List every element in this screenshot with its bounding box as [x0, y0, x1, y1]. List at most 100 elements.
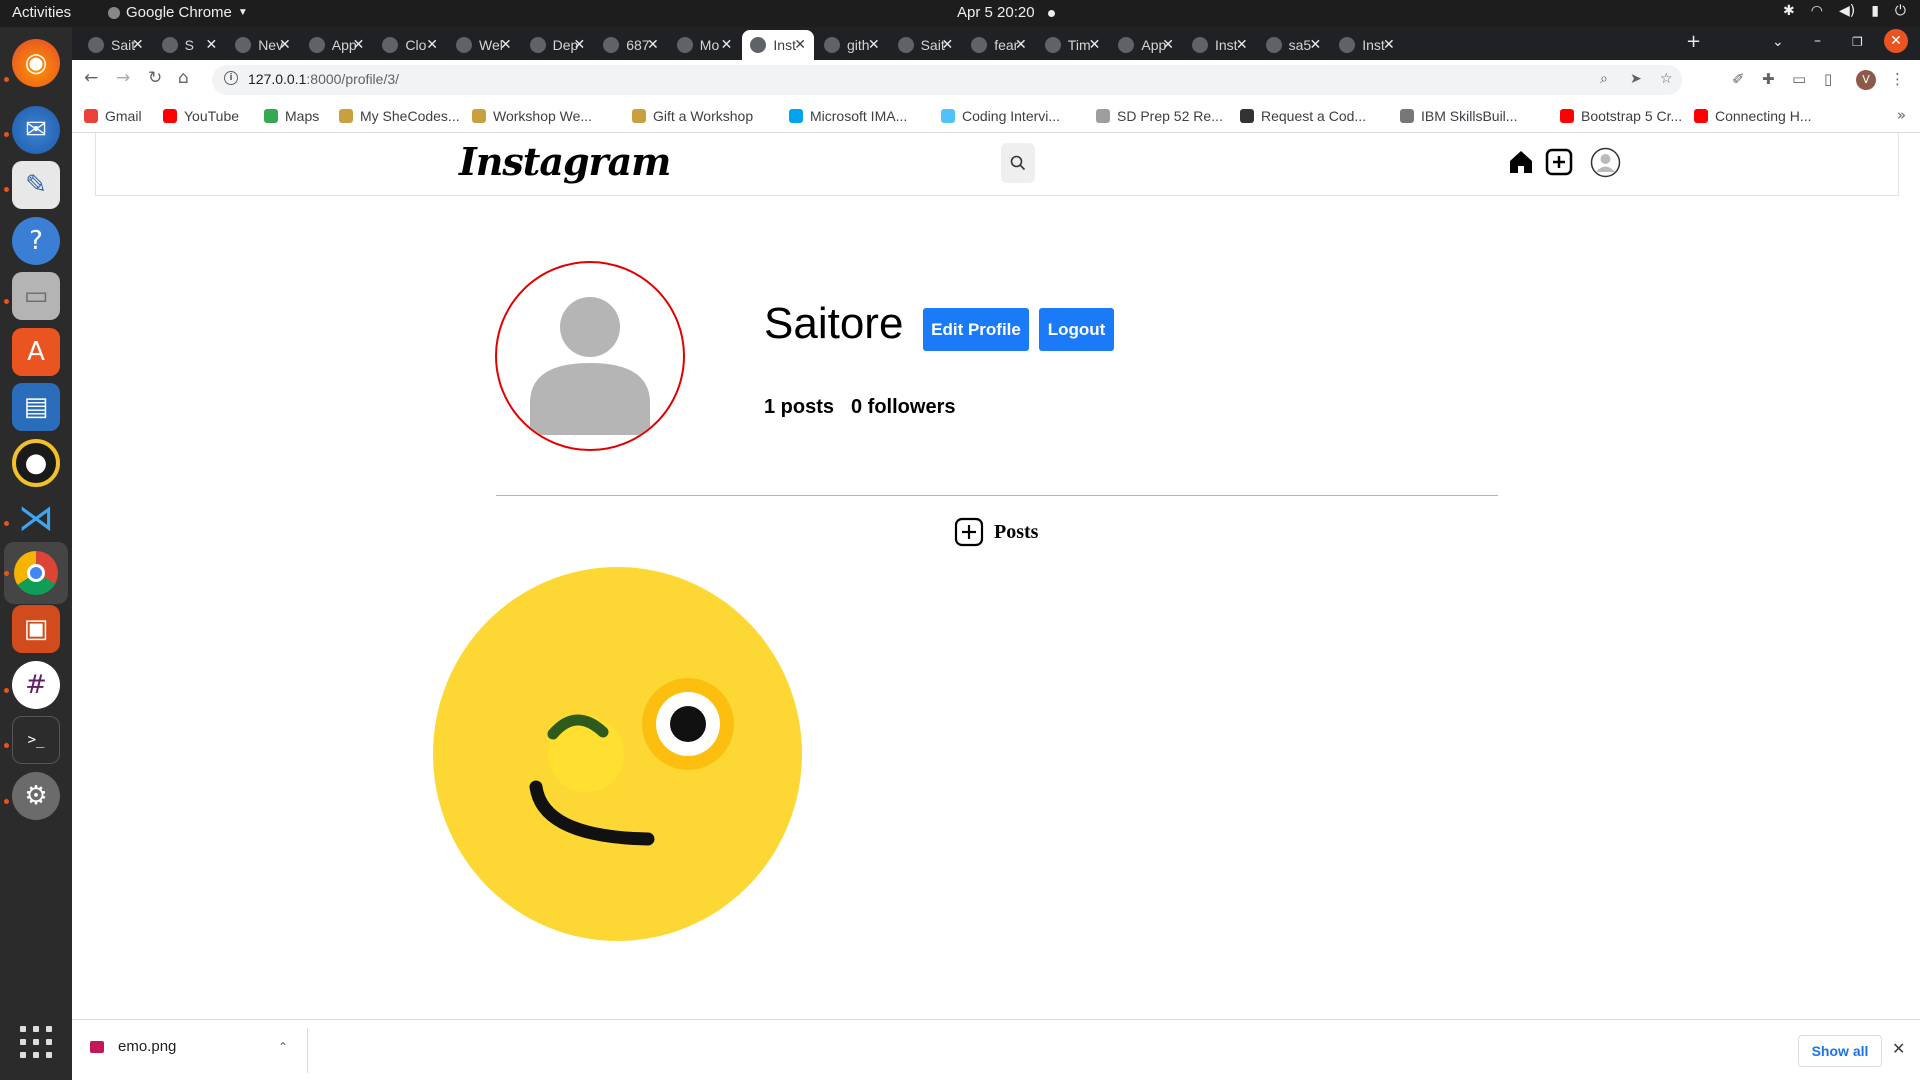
browser-tab[interactable]: 687 ✕: [595, 30, 667, 60]
bookmark-item[interactable]: Coding Intervi...: [941, 108, 1060, 124]
instagram-logo[interactable]: Instagram: [459, 139, 671, 184]
browser-tab[interactable]: Inst ✕: [742, 30, 814, 60]
browser-tab[interactable]: Inst ✕: [1184, 30, 1256, 60]
slack-tray-icon[interactable]: ✱: [1783, 3, 1795, 19]
browser-tab[interactable]: Mo ✕: [669, 30, 741, 60]
send-icon[interactable]: ➤: [1630, 71, 1642, 87]
forward-arrow-icon[interactable]: →: [116, 68, 130, 88]
browser-tab[interactable]: fear ✕: [963, 30, 1035, 60]
close-tab-icon[interactable]: ✕: [1162, 36, 1174, 53]
browser-tab[interactable]: Nev ✕: [227, 30, 299, 60]
show-all-button[interactable]: Show all: [1798, 1035, 1882, 1067]
close-tab-icon[interactable]: ✕: [500, 36, 512, 53]
close-window-button[interactable]: ✕: [1884, 29, 1908, 53]
close-tab-icon[interactable]: ✕: [1383, 36, 1395, 53]
bookmark-star-icon[interactable]: ☆: [1660, 71, 1673, 87]
followers-count[interactable]: 0 followers: [851, 396, 955, 419]
wifi-icon[interactable]: ◠: [1811, 3, 1823, 19]
app-menu[interactable]: Google Chrome ▼: [108, 4, 248, 21]
browser-tab[interactable]: sa5 ✕: [1258, 30, 1330, 60]
bookmark-item[interactable]: Microsoft IMA...: [789, 108, 907, 124]
system-tray[interactable]: ✱ ◠ ◀) ▮ ⏻: [1783, 3, 1906, 19]
side-panel-icon[interactable]: ▯: [1824, 70, 1832, 88]
writer-icon[interactable]: ▤: [12, 383, 60, 431]
bookmark-item[interactable]: Gmail: [84, 108, 142, 124]
bookmark-item[interactable]: Request a Cod...: [1240, 108, 1366, 124]
cast-icon[interactable]: ▭: [1792, 70, 1806, 88]
new-post-icon[interactable]: [1545, 148, 1573, 176]
url-text[interactable]: 127.0.0.1:8000/profile/3/: [248, 71, 399, 87]
volume-icon[interactable]: ◀): [1839, 3, 1855, 19]
browser-tab[interactable]: Inst ✕: [1331, 30, 1403, 60]
close-tab-icon[interactable]: ✕: [279, 36, 291, 53]
address-bar[interactable]: i 127.0.0.1:8000/profile/3/ ⌕ ➤ ☆: [212, 65, 1682, 95]
home-icon[interactable]: ⌂: [178, 68, 189, 88]
tab-search-icon[interactable]: ⌄: [1772, 34, 1784, 50]
close-tab-icon[interactable]: ✕: [1309, 36, 1321, 53]
close-tab-icon[interactable]: ✕: [353, 36, 365, 53]
close-tab-icon[interactable]: ✕: [1015, 36, 1027, 53]
bookmark-item[interactable]: SD Prep 52 Re...: [1096, 108, 1223, 124]
text-editor-icon[interactable]: ✎: [12, 161, 60, 209]
info-icon[interactable]: i: [224, 71, 238, 85]
reload-icon[interactable]: ↻: [148, 68, 162, 88]
zoom-icon[interactable]: ⌕: [1600, 71, 1608, 87]
close-tab-icon[interactable]: ✕: [721, 36, 733, 53]
close-tab-icon[interactable]: ✕: [941, 36, 953, 53]
restore-button[interactable]: ❐: [1852, 35, 1863, 49]
show-apps-icon[interactable]: [20, 1026, 52, 1058]
close-tab-icon[interactable]: ✕: [426, 36, 438, 53]
bookmark-item[interactable]: My SheCodes...: [339, 108, 460, 124]
close-tab-icon[interactable]: ✕: [573, 36, 585, 53]
browser-tab[interactable]: Tim ✕: [1037, 30, 1109, 60]
browser-tab[interactable]: Sait ✕: [80, 30, 152, 60]
browser-tab[interactable]: App ✕: [1110, 30, 1182, 60]
eyedropper-icon[interactable]: ✐: [1732, 70, 1745, 88]
bookmark-item[interactable]: Bootstrap 5 Cr...: [1560, 108, 1682, 124]
terminal-icon[interactable]: >_: [12, 716, 60, 764]
chrome-icon[interactable]: [4, 542, 68, 604]
more-menu-icon[interactable]: ⋮: [1890, 70, 1905, 88]
software-center-icon[interactable]: A: [12, 328, 60, 376]
files-icon[interactable]: ▭: [12, 272, 60, 320]
profile-nav-icon[interactable]: [1590, 147, 1621, 178]
slack-icon[interactable]: #: [12, 661, 60, 709]
browser-tab[interactable]: Dep ✕: [522, 30, 594, 60]
bookmark-item[interactable]: Workshop We...: [472, 108, 592, 124]
activities-button[interactable]: Activities: [12, 4, 71, 21]
impress-icon[interactable]: ▣: [12, 605, 60, 653]
thunderbird-icon[interactable]: ✉: [12, 106, 60, 154]
battery-icon[interactable]: ▮: [1871, 3, 1879, 19]
browser-tab[interactable]: gith ✕: [816, 30, 888, 60]
profile-avatar-image[interactable]: [495, 261, 685, 451]
rhythmbox-icon[interactable]: ●: [12, 439, 60, 487]
download-item[interactable]: emo.png: [90, 1038, 176, 1055]
post-thumbnail[interactable]: [433, 567, 802, 941]
back-arrow-icon[interactable]: ←: [84, 68, 98, 88]
bookmark-item[interactable]: Gift a Workshop: [632, 108, 753, 124]
browser-tab[interactable]: Wel ✕: [448, 30, 520, 60]
profile-avatar[interactable]: V: [1856, 70, 1876, 90]
extensions-icon[interactable]: ✚: [1762, 70, 1775, 88]
vscode-icon[interactable]: ⋊: [12, 494, 60, 542]
help-icon[interactable]: ?: [12, 217, 60, 265]
minimize-button[interactable]: –: [1814, 33, 1821, 49]
new-tab-button[interactable]: +: [1686, 31, 1701, 52]
power-icon[interactable]: ⏻: [1895, 3, 1906, 19]
clock[interactable]: Apr 5 20:20: [957, 4, 1035, 21]
edit-profile-button[interactable]: Edit Profile: [923, 308, 1029, 351]
close-tab-icon[interactable]: ✕: [868, 36, 880, 53]
search-button[interactable]: [1001, 143, 1035, 183]
close-tab-icon[interactable]: ✕: [205, 36, 217, 53]
bookmark-item[interactable]: IBM SkillsBuil...: [1400, 108, 1517, 124]
more-bookmarks-icon[interactable]: »: [1897, 106, 1906, 124]
bookmark-item[interactable]: Maps: [264, 108, 319, 124]
tab-posts[interactable]: Posts: [954, 517, 1038, 547]
close-tab-icon[interactable]: ✕: [647, 36, 659, 53]
logout-button[interactable]: Logout: [1039, 308, 1114, 351]
firefox-icon[interactable]: ◉: [12, 39, 60, 87]
chevron-up-icon[interactable]: ⌃: [278, 1040, 288, 1054]
home-nav-icon[interactable]: [1507, 148, 1535, 176]
settings-icon[interactable]: ⚙: [12, 772, 60, 820]
close-tab-icon[interactable]: ✕: [794, 36, 806, 53]
